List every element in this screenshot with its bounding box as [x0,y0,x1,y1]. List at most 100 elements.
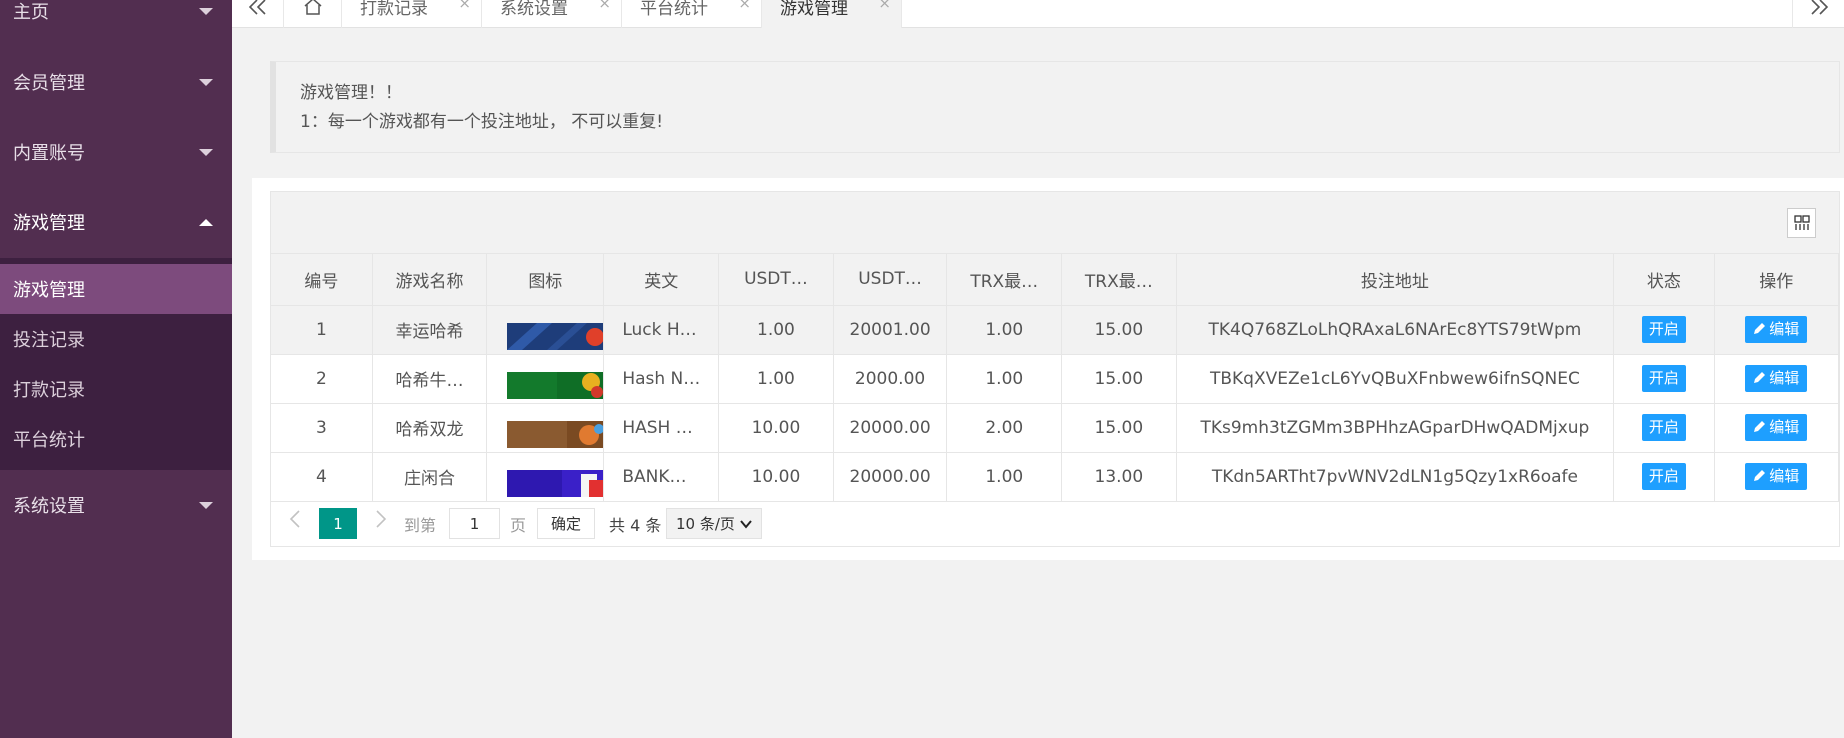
cell-actions: 编辑 [1714,403,1840,453]
goto-label: 到第 [404,516,437,535]
tab-label: 游戏管理 [780,0,848,19]
table-header-row: 编号 游戏名称 图标 英文 USDT… USDT… TRX最… TRX最… 投注… [271,254,1840,306]
cell-english: HASH … [603,403,720,453]
table-row[interactable]: 1 幸运哈希 Luck H… 1.00 20001.00 1.00 15.00 … [271,305,1840,355]
table-row[interactable]: 4 庄闲合 BANK… 10.00 20000.00 1.00 13.00 TK… [271,452,1840,502]
col-header-status[interactable]: 状态 [1613,254,1715,306]
cell-trx-max: 15.00 [1061,354,1177,404]
chevron-down-icon [199,8,213,15]
tab-platform-stats[interactable]: 平台统计 × [622,0,762,28]
col-header-trx-min[interactable]: TRX最… [946,254,1063,306]
cell-address: TK4Q768ZLoLhQRAxaL6NArEc8YTS79tWpm [1176,305,1615,355]
submenu-item-game-management[interactable]: 游戏管理 [0,264,232,314]
prev-page-icon[interactable] [289,509,301,529]
cell-trx-min: 1.00 [946,452,1063,502]
cell-usdt-max: 2000.00 [833,354,948,404]
col-header-usdt-min[interactable]: USDT… [718,254,834,306]
col-header-address[interactable]: 投注地址 [1176,254,1615,306]
cell-usdt-min: 10.00 [718,403,834,453]
cell-address: TKdn5ARTht7pvWNV2dLN1g5Qzy1xR6oafe [1176,452,1615,502]
table-row[interactable]: 2 哈希牛… Hash N… 1.00 2000.00 1.00 15.00 T… [271,354,1840,404]
close-icon[interactable]: × [878,0,891,12]
cell-trx-max: 15.00 [1061,403,1177,453]
game-thumbnail-image [507,421,603,448]
tab-payout-records[interactable]: 打款记录 × [342,0,482,28]
column-filter-button[interactable] [1787,208,1816,238]
game-table: 编号 游戏名称 图标 英文 USDT… USDT… TRX最… TRX最… 投注… [271,254,1840,502]
cell-status: 开启 [1613,452,1715,502]
pencil-icon [1754,470,1766,481]
cell-english: Hash N… [603,354,720,404]
double-chevron-left-icon [248,0,266,15]
nav-game-label: 游戏管理 [13,213,85,234]
notice-text: 1：每一个游戏都有一个投注地址， 不可以重复! [300,112,664,132]
cell-name: 庄闲合 [372,452,488,502]
cell-usdt-max: 20000.00 [833,403,948,453]
cell-id: 3 [271,403,373,453]
nav-system-settings[interactable]: 系统设置 [0,477,232,533]
col-header-icon[interactable]: 图标 [486,254,605,306]
cell-trx-max: 13.00 [1061,452,1177,502]
sidebar: 主页 会员管理 内置账号 游戏管理 游戏管理 投注记录 打款记录 平台统计 系统… [0,0,232,738]
tab-game-management[interactable]: 游戏管理 × [762,0,902,28]
col-header-actions[interactable]: 操作 [1714,254,1840,306]
current-page-button[interactable]: 1 [319,508,357,539]
cell-address: TKs9mh3tZGMm3BPHhzAGparDHwQADMjxup [1176,403,1615,453]
col-header-name[interactable]: 游戏名称 [372,254,488,306]
cell-icon [486,354,605,404]
col-header-trx-max[interactable]: TRX最… [1061,254,1177,306]
notice-title: 游戏管理！！ [300,83,402,103]
table-row[interactable]: 3 哈希双龙 HASH … 10.00 20000.00 2.00 15.00 … [271,403,1840,453]
col-header-usdt-max[interactable]: USDT… [833,254,948,306]
cell-id: 1 [271,305,373,355]
nav-home-label: 主页 [13,2,49,23]
tab-system-settings[interactable]: 系统设置 × [482,0,622,28]
nav-game-management[interactable]: 游戏管理 [0,194,232,250]
submenu-item-platform-stats[interactable]: 平台统计 [0,414,232,464]
edit-button[interactable]: 编辑 [1745,316,1808,343]
page-size-value: 10 条/页 [676,515,735,533]
confirm-page-button[interactable]: 确定 [537,508,595,539]
cell-trx-max: 15.00 [1061,305,1177,355]
cell-usdt-min: 10.00 [718,452,834,502]
status-toggle-button[interactable]: 开启 [1641,316,1686,343]
col-header-id[interactable]: 编号 [271,254,373,306]
submenu-label: 打款记录 [13,380,85,401]
next-page-icon[interactable] [375,509,387,529]
col-header-english[interactable]: 英文 [603,254,720,306]
cell-trx-min: 1.00 [946,354,1063,404]
tab-label: 平台统计 [640,0,708,19]
page-number-input[interactable] [449,508,500,539]
game-thumbnail-image [507,470,603,497]
status-toggle-button[interactable]: 开启 [1641,414,1686,441]
submenu-item-bet-records[interactable]: 投注记录 [0,314,232,364]
close-icon[interactable]: × [598,0,611,12]
edit-button[interactable]: 编辑 [1745,414,1808,441]
status-toggle-button[interactable]: 开启 [1641,365,1686,392]
cell-english: Luck H… [603,305,720,355]
game-thumbnail-image [507,323,603,350]
total-count: 共 4 条 [609,516,662,535]
edit-button[interactable]: 编辑 [1745,463,1808,490]
edit-button[interactable]: 编辑 [1745,365,1808,392]
nav-builtin-accounts[interactable]: 内置账号 [0,124,232,180]
submenu-item-payout-records[interactable]: 打款记录 [0,364,232,414]
cell-usdt-max: 20001.00 [833,305,948,355]
status-toggle-button[interactable]: 开启 [1641,463,1686,490]
nav-member-label: 会员管理 [13,73,85,94]
game-submenu: 游戏管理 投注记录 打款记录 平台统计 [0,258,232,470]
chevron-down-icon [740,520,752,529]
scroll-tabs-right-button[interactable] [1792,0,1844,28]
nav-member-management[interactable]: 会员管理 [0,54,232,110]
cell-english: BANK… [603,452,720,502]
scroll-tabs-left-button[interactable] [232,0,284,28]
nav-system-label: 系统设置 [13,496,85,517]
cell-status: 开启 [1613,305,1715,355]
tab-home[interactable] [284,0,342,28]
page-size-select[interactable]: 10 条/页 [666,508,762,539]
close-icon[interactable]: × [738,0,751,12]
chevron-down-icon [199,502,213,509]
nav-home[interactable]: 主页 [0,0,232,39]
close-icon[interactable]: × [458,0,471,12]
page-unit-label: 页 [510,516,527,535]
